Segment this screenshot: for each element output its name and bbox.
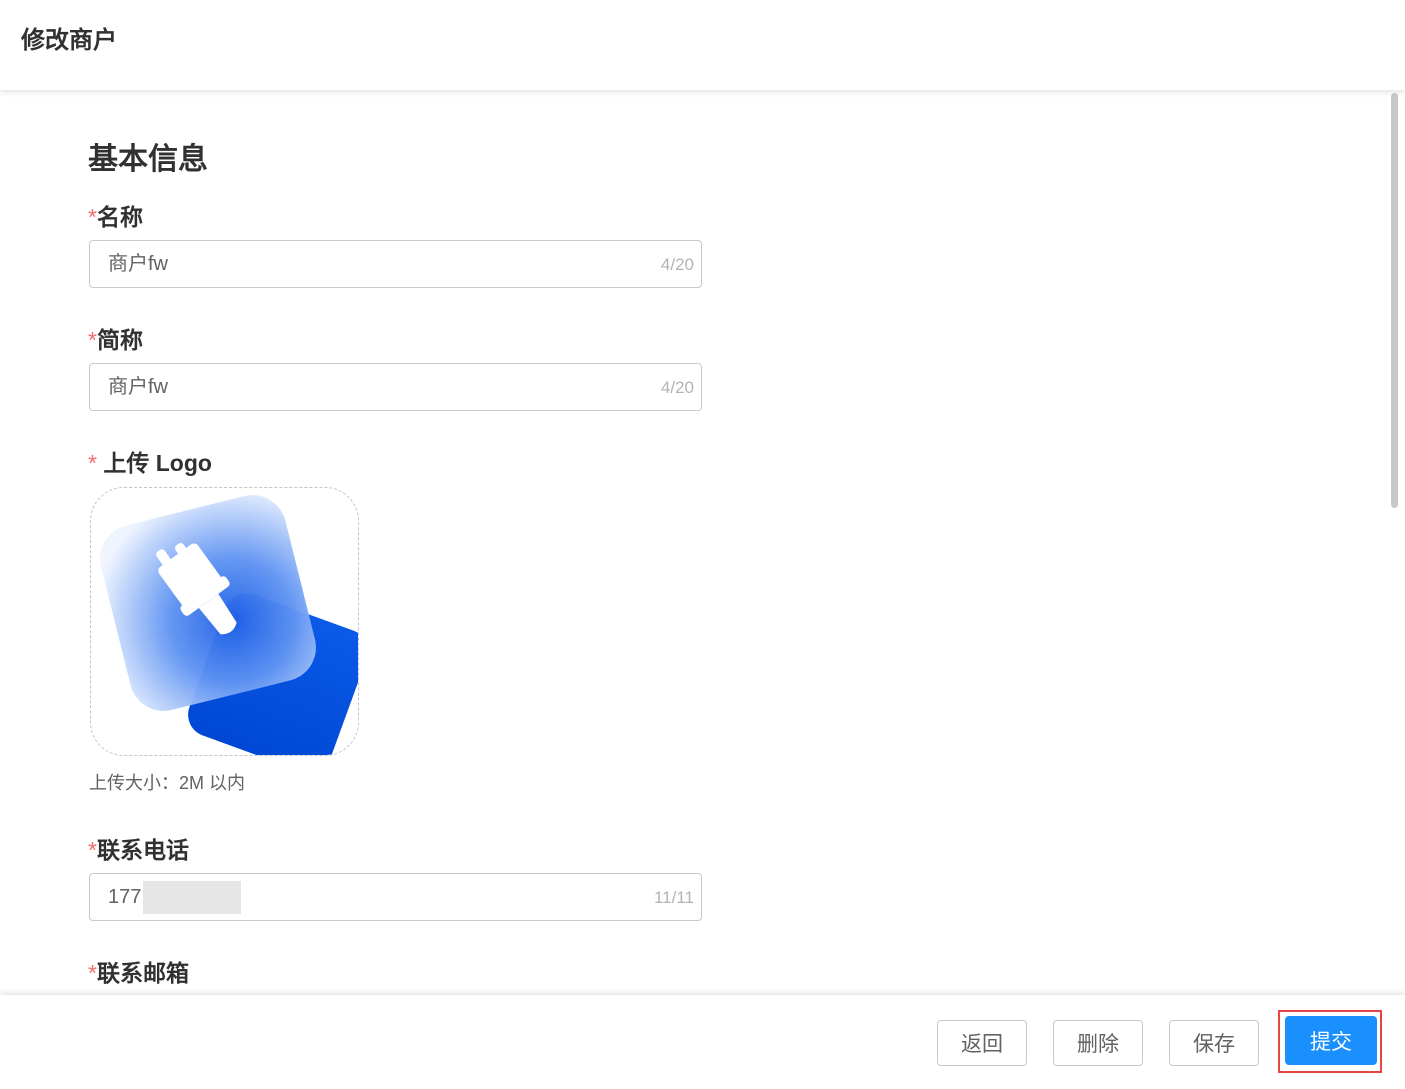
back-button[interactable]: 返回 — [937, 1020, 1027, 1066]
phone-char-count: 11/11 — [653, 888, 694, 907]
name-char-count: 4/20 — [660, 255, 694, 274]
email-label: *联系邮箱 — [88, 959, 189, 987]
required-mark: * — [88, 960, 97, 986]
logo-label-text: 上传 Logo — [103, 450, 212, 476]
short-name-input[interactable]: 商户fw 4/20 — [89, 363, 702, 411]
name-label-text: 名称 — [96, 204, 143, 230]
name-label: *名称 — [88, 203, 143, 231]
logo-label: * 上传 Logo — [88, 449, 212, 477]
vertical-scrollbar[interactable] — [1391, 93, 1398, 508]
short-name-label-text: 简称 — [96, 327, 143, 353]
short-name-label: *简称 — [88, 326, 143, 354]
paint-brush-logo-icon — [100, 495, 358, 755]
short-name-char-count: 4/20 — [660, 378, 694, 397]
save-button[interactable]: 保存 — [1169, 1020, 1259, 1066]
name-input[interactable]: 商户fw 4/20 — [89, 240, 702, 288]
required-mark: * — [88, 450, 97, 476]
phone-input-value: 177 — [108, 886, 142, 908]
name-input-value: 商户fw — [108, 253, 168, 275]
phone-input[interactable]: 177 11/11 — [89, 873, 702, 921]
logo-upload[interactable] — [90, 487, 359, 756]
page-header: 修改商户 — [0, 0, 1405, 90]
required-mark: * — [88, 204, 97, 230]
redacted-mask — [143, 881, 241, 914]
upload-size-hint: 上传大小：2M 以内 — [89, 773, 246, 793]
page-title: 修改商户 — [21, 27, 117, 54]
phone-label: *联系电话 — [88, 836, 189, 864]
short-name-input-value: 商户fw — [108, 376, 168, 398]
form-content[interactable]: 基本信息 *名称 商户fw 4/20 *简称 商户fw 4/20 * 上传 Lo… — [0, 90, 1388, 995]
phone-label-text: 联系电话 — [96, 837, 189, 863]
required-mark: * — [88, 837, 97, 863]
email-label-text: 联系邮箱 — [96, 960, 189, 986]
required-mark: * — [88, 327, 97, 353]
submit-button[interactable]: 提交 — [1285, 1016, 1377, 1065]
delete-button[interactable]: 删除 — [1053, 1020, 1143, 1066]
footer-action-bar: 返回 删除 保存 提交 — [0, 995, 1405, 1089]
section-title-basic-info: 基本信息 — [88, 143, 208, 176]
